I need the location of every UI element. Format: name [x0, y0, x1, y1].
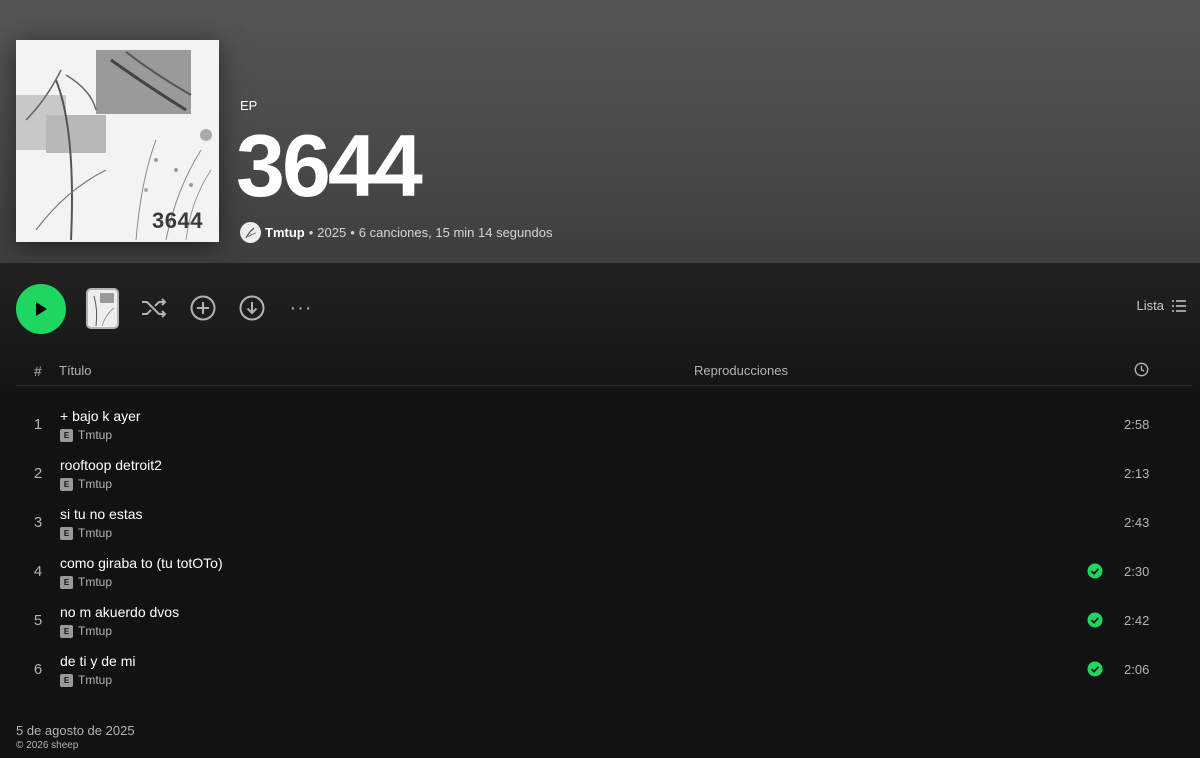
- track-row[interactable]: 1 + bajo k ayer E Tmtup 2:58: [16, 400, 1192, 449]
- album-meta: Tmtup • 2025 • 6 canciones, 15 min 14 se…: [240, 221, 552, 243]
- track-artist[interactable]: Tmtup: [78, 526, 112, 540]
- track-row[interactable]: 5 no m akuerdo dvos E Tmtup 2:42: [16, 596, 1192, 645]
- track-list: 1 + bajo k ayer E Tmtup 2:58 2 rooftoop detroi…: [16, 400, 1192, 694]
- list-icon: [1172, 299, 1186, 312]
- track-row[interactable]: 4 como giraba to (tu totOTo) E Tmtup 2:30: [16, 547, 1192, 596]
- track-duration: 2:42: [1124, 613, 1150, 628]
- shuffle-button[interactable]: [139, 293, 169, 323]
- meta-separator: •: [350, 224, 355, 240]
- track-duration: 2:13: [1124, 466, 1150, 481]
- explicit-badge: E: [60, 428, 73, 442]
- album-year: 2025: [317, 224, 347, 240]
- track-title[interactable]: + bajo k ayer: [60, 408, 141, 424]
- downloaded-check-icon: [1087, 612, 1103, 628]
- play-button[interactable]: [16, 284, 66, 334]
- play-icon: [36, 302, 47, 316]
- track-row[interactable]: 2 rooftoop detroit2 E Tmtup 2:13: [16, 449, 1192, 498]
- artist-link[interactable]: Tmtup: [265, 225, 305, 240]
- release-date: 5 de agosto de 2025: [16, 723, 135, 738]
- track-duration: 2:43: [1124, 515, 1150, 530]
- track-number: 2: [33, 465, 43, 482]
- artist-avatar[interactable]: [240, 221, 261, 243]
- add-to-library-button[interactable]: [188, 293, 218, 323]
- download-button[interactable]: [237, 293, 267, 323]
- track-title[interactable]: no m akuerdo dvos: [60, 604, 179, 620]
- more-options-button[interactable]: ···: [286, 293, 316, 323]
- header-plays: Reproducciones: [694, 363, 788, 378]
- download-icon: [239, 295, 265, 321]
- track-artist-line: E Tmtup: [60, 526, 112, 540]
- track-duration: 2:30: [1124, 564, 1150, 579]
- clock-icon: [1134, 362, 1149, 377]
- track-title[interactable]: rooftoop detroit2: [60, 457, 162, 473]
- track-number: 5: [33, 612, 43, 629]
- track-duration: 2:06: [1124, 662, 1150, 677]
- album-title: 3644: [236, 116, 423, 215]
- track-title[interactable]: como giraba to (tu totOTo): [60, 555, 223, 571]
- track-row[interactable]: 3 si tu no estas E Tmtup 2:43: [16, 498, 1192, 547]
- track-artist-line: E Tmtup: [60, 477, 112, 491]
- plus-circle-icon: [190, 295, 216, 321]
- explicit-badge: E: [60, 526, 73, 540]
- cover-title: 3644: [152, 208, 203, 233]
- preview-thumbnail[interactable]: [86, 288, 119, 329]
- copyright: © 2026 sheep: [16, 740, 79, 751]
- explicit-badge: E: [60, 477, 73, 491]
- track-duration: 2:58: [1124, 417, 1150, 432]
- track-number: 3: [33, 514, 43, 531]
- album-type: EP: [240, 98, 258, 113]
- track-artist-line: E Tmtup: [60, 575, 112, 589]
- album-footer: 5 de agosto de 2025 © 2026 sheep: [16, 723, 135, 751]
- track-row[interactable]: 6 de ti y de mi E Tmtup 2:06: [16, 645, 1192, 694]
- view-label: Lista: [1136, 298, 1164, 313]
- track-number: 1: [33, 416, 43, 433]
- explicit-badge: E: [60, 624, 73, 638]
- view-toggle[interactable]: Lista: [1137, 298, 1186, 313]
- track-table-header: # Título Reproducciones: [16, 354, 1192, 386]
- content-background: [0, 263, 1200, 413]
- downloaded-check-icon: [1087, 661, 1103, 677]
- track-artist-line: E Tmtup: [60, 624, 112, 638]
- header-number: #: [34, 363, 42, 379]
- track-number: 6: [33, 661, 43, 678]
- header-duration: [1134, 362, 1149, 380]
- header-title: Título: [59, 363, 92, 378]
- album-header: 3644 EP 3644 Tmtup • 2025 • 6 canciones,…: [0, 0, 1200, 263]
- track-artist-line: E Tmtup: [60, 673, 112, 687]
- track-artist-line: E Tmtup: [60, 428, 112, 442]
- downloaded-check-icon: [1087, 563, 1103, 579]
- album-cover: 3644: [16, 40, 219, 242]
- track-artist[interactable]: Tmtup: [78, 477, 112, 491]
- shuffle-icon: [142, 298, 167, 318]
- track-artist[interactable]: Tmtup: [78, 575, 112, 589]
- explicit-badge: E: [60, 673, 73, 687]
- track-artist[interactable]: Tmtup: [78, 673, 112, 687]
- explicit-badge: E: [60, 575, 73, 589]
- track-artist[interactable]: Tmtup: [78, 624, 112, 638]
- track-title[interactable]: si tu no estas: [60, 506, 143, 522]
- track-title[interactable]: de ti y de mi: [60, 653, 135, 669]
- meta-separator: •: [308, 224, 314, 240]
- track-number: 4: [33, 563, 43, 580]
- album-summary: 6 canciones, 15 min 14 segundos: [358, 224, 553, 240]
- track-artist[interactable]: Tmtup: [78, 428, 112, 442]
